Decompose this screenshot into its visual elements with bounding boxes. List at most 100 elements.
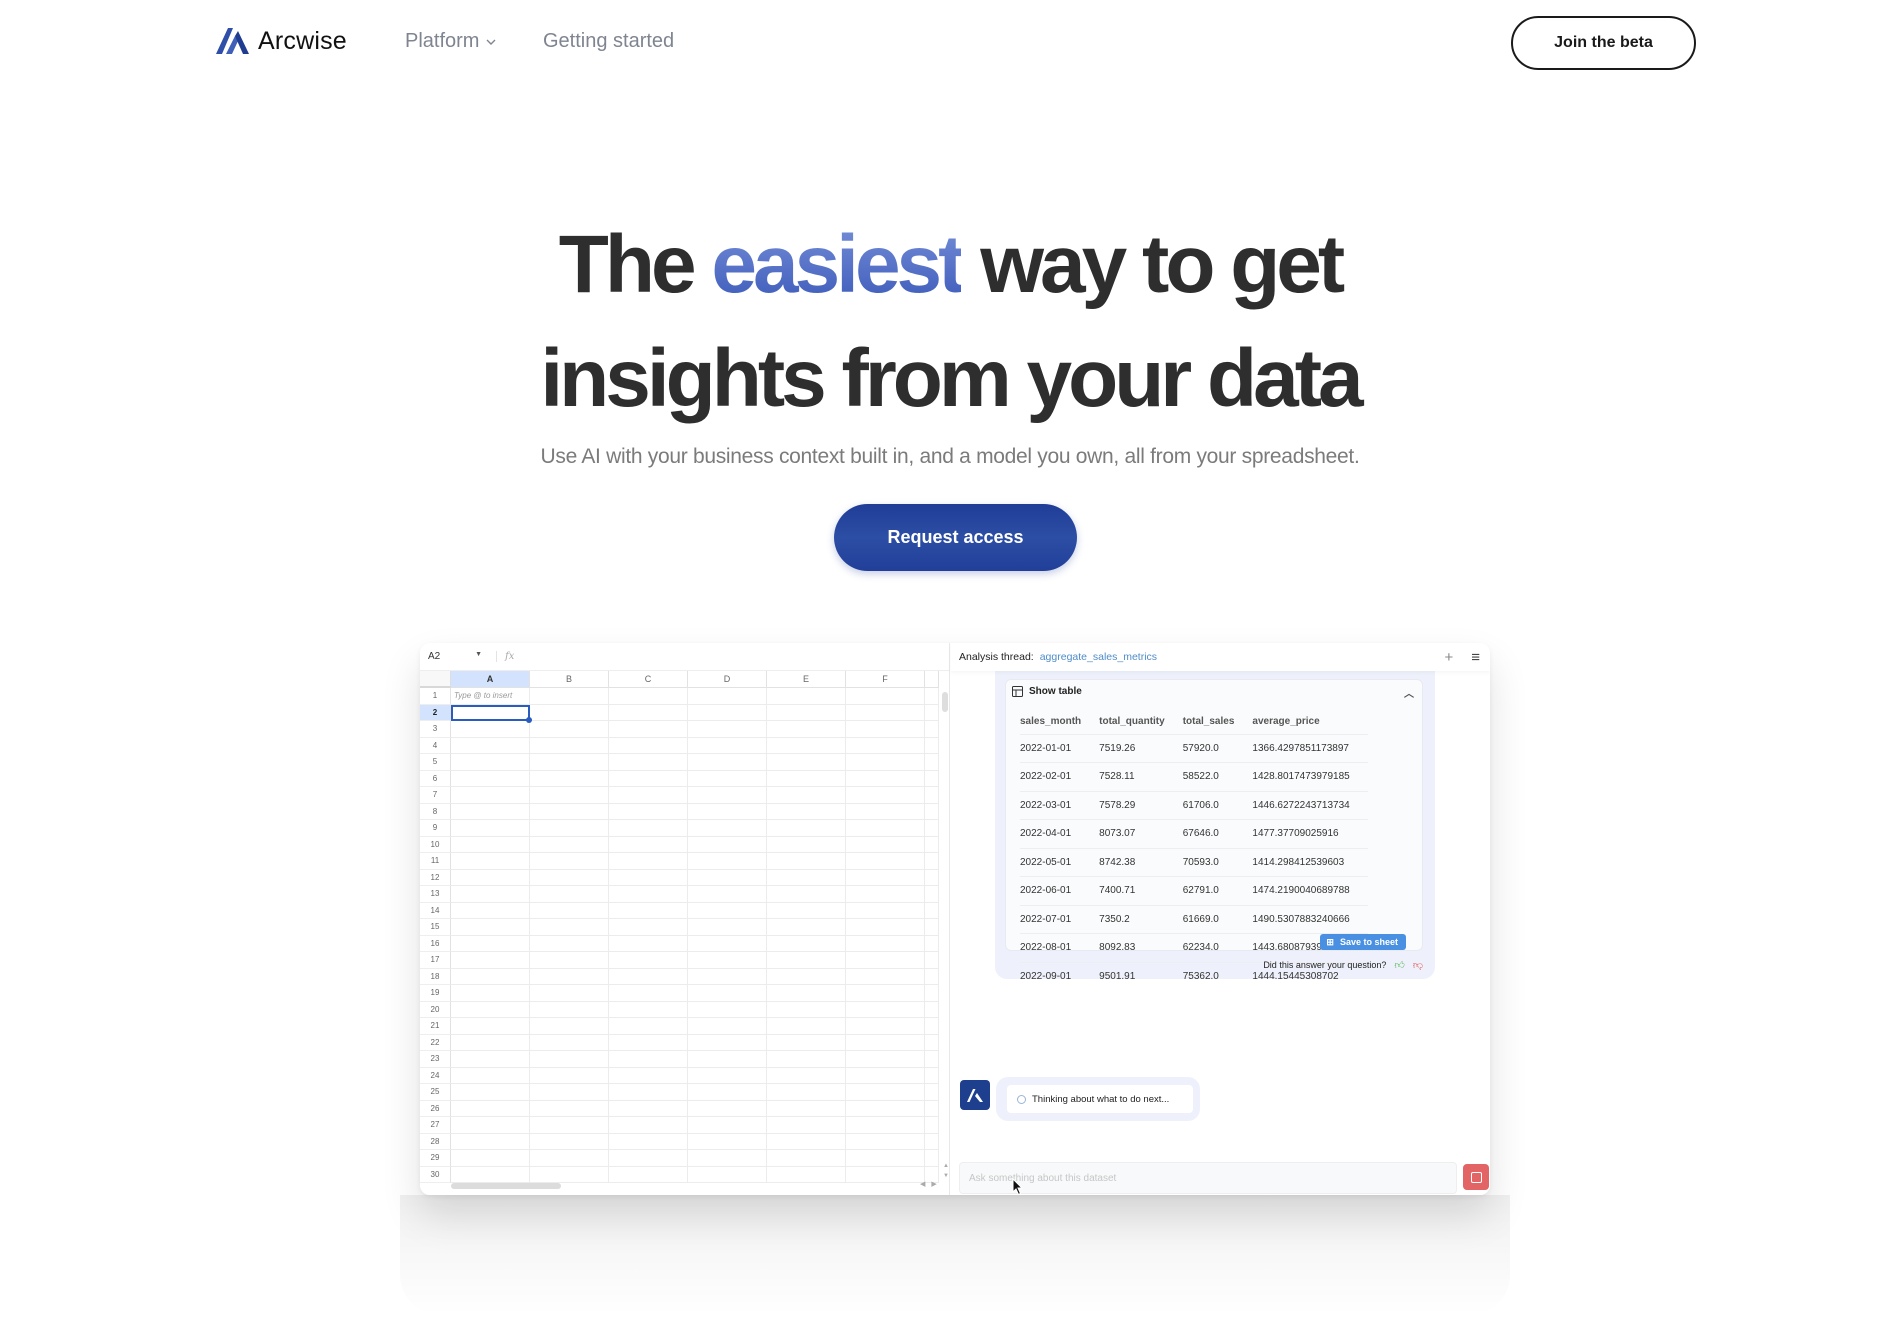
sheet-cell[interactable] (530, 820, 609, 837)
sheet-cell[interactable] (688, 1051, 767, 1068)
sheet-cell[interactable] (451, 803, 530, 820)
sheet-cell[interactable] (609, 853, 688, 870)
plus-icon[interactable]: + (1444, 649, 1453, 666)
thread-name-link[interactable]: aggregate_sales_metrics (1040, 651, 1157, 663)
sheet-cell[interactable] (530, 1067, 609, 1084)
sheet-cell[interactable] (846, 1084, 925, 1101)
scroll-down-icon[interactable]: ▼ (943, 1173, 949, 1179)
sheet-cell[interactable] (688, 1133, 767, 1150)
sheet-cell[interactable] (530, 935, 609, 952)
row-header[interactable]: 28 (420, 1133, 451, 1150)
sheet-cell[interactable] (530, 688, 609, 705)
chevron-up-icon[interactable]: ︿ (1404, 685, 1414, 700)
scroll-up-icon[interactable]: ▲ (943, 1163, 949, 1169)
sheet-cell[interactable] (451, 1001, 530, 1018)
row-header[interactable]: 17 (420, 952, 451, 969)
sheet-cell[interactable] (451, 869, 530, 886)
sheet-cell[interactable] (609, 737, 688, 754)
sheet-cell[interactable] (688, 721, 767, 738)
sheet-cell[interactable] (688, 853, 767, 870)
sheet-cell[interactable] (451, 754, 530, 771)
sheet-cell[interactable] (688, 737, 767, 754)
sheet-cell[interactable] (451, 1117, 530, 1134)
sheet-cell[interactable] (530, 1018, 609, 1035)
menu-icon[interactable]: ≡ (1471, 649, 1480, 666)
sheet-cell[interactable] (609, 770, 688, 787)
sheet-cell[interactable] (767, 820, 846, 837)
sheet-cell[interactable] (530, 836, 609, 853)
sheet-cell[interactable] (846, 688, 925, 705)
sheet-cell[interactable] (609, 902, 688, 919)
sheet-cell[interactable] (451, 1018, 530, 1035)
sheet-cell[interactable] (846, 1018, 925, 1035)
sheet-cell[interactable] (846, 754, 925, 771)
row-header[interactable]: 7 (420, 787, 451, 804)
sheet-cell[interactable] (530, 1100, 609, 1117)
row-header[interactable]: 9 (420, 820, 451, 837)
sheet-cell[interactable] (688, 968, 767, 985)
select-all-corner[interactable] (420, 671, 451, 688)
sheet-cell[interactable] (688, 902, 767, 919)
sheet-cell[interactable] (530, 1133, 609, 1150)
sheet-cell[interactable] (767, 1051, 846, 1068)
row-header[interactable]: 12 (420, 869, 451, 886)
sheet-cell[interactable] (609, 787, 688, 804)
sheet-cell[interactable] (530, 1001, 609, 1018)
sheet-cell[interactable] (846, 704, 925, 721)
active-cell[interactable] (451, 704, 532, 723)
sheet-cell[interactable] (451, 1034, 530, 1051)
sheet-cell[interactable] (767, 886, 846, 903)
sheet-cell[interactable] (846, 869, 925, 886)
row-header[interactable]: 4 (420, 737, 451, 754)
cell-reference-box[interactable]: A2 ▼ (420, 651, 492, 662)
sheet-cell[interactable] (530, 803, 609, 820)
sheet-cell[interactable] (767, 787, 846, 804)
sheet-cell[interactable] (846, 886, 925, 903)
sheet-cell[interactable] (688, 1150, 767, 1167)
sheet-cell[interactable] (451, 886, 530, 903)
sheet-cell[interactable] (767, 985, 846, 1002)
scroll-left-icon[interactable]: ◀ (920, 1180, 925, 1188)
sheet-cell[interactable] (451, 721, 530, 738)
sheet-cell[interactable] (688, 1084, 767, 1101)
sheet-cell[interactable] (609, 1117, 688, 1134)
column-header-c[interactable]: C (609, 671, 688, 688)
row-header[interactable]: 27 (420, 1117, 451, 1134)
sheet-cell[interactable] (846, 919, 925, 936)
sheet-cell[interactable] (609, 919, 688, 936)
sheet-cell[interactable] (767, 1150, 846, 1167)
sheet-cell[interactable] (688, 869, 767, 886)
sheet-cell[interactable] (767, 770, 846, 787)
row-header[interactable]: 3 (420, 721, 451, 738)
sheet-cell[interactable] (530, 869, 609, 886)
row-header[interactable]: 25 (420, 1084, 451, 1101)
sheet-cell[interactable] (530, 737, 609, 754)
row-header[interactable]: 18 (420, 968, 451, 985)
sheet-cell[interactable] (688, 886, 767, 903)
column-header-f[interactable]: F (846, 671, 925, 688)
sheet-cell[interactable] (767, 853, 846, 870)
sheet-cell[interactable] (609, 820, 688, 837)
column-header-b[interactable]: B (530, 671, 609, 688)
sheet-cell[interactable] (767, 1117, 846, 1134)
sheet-cell[interactable] (846, 820, 925, 837)
sheet-cell[interactable] (530, 886, 609, 903)
scroll-right-icon[interactable]: ▶ (931, 1180, 936, 1188)
sheet-cell[interactable] (767, 721, 846, 738)
sheet-cell[interactable] (451, 1100, 530, 1117)
sheet-cell[interactable] (846, 1166, 925, 1183)
sheet-cell[interactable] (451, 968, 530, 985)
sheet-cell[interactable]: Type @ to insert (451, 688, 530, 705)
sheet-cell[interactable] (688, 952, 767, 969)
nav-platform[interactable]: Platform (405, 30, 497, 53)
row-header[interactable]: 16 (420, 935, 451, 952)
sheet-cell[interactable] (609, 1084, 688, 1101)
sheet-cell[interactable] (846, 952, 925, 969)
sheet-cell[interactable] (451, 1084, 530, 1101)
sheet-cell[interactable] (451, 1150, 530, 1167)
sheet-cell[interactable] (530, 1084, 609, 1101)
row-header[interactable]: 10 (420, 836, 451, 853)
sheet-cell[interactable] (530, 1150, 609, 1167)
row-header[interactable]: 8 (420, 803, 451, 820)
sheet-cell[interactable] (451, 737, 530, 754)
